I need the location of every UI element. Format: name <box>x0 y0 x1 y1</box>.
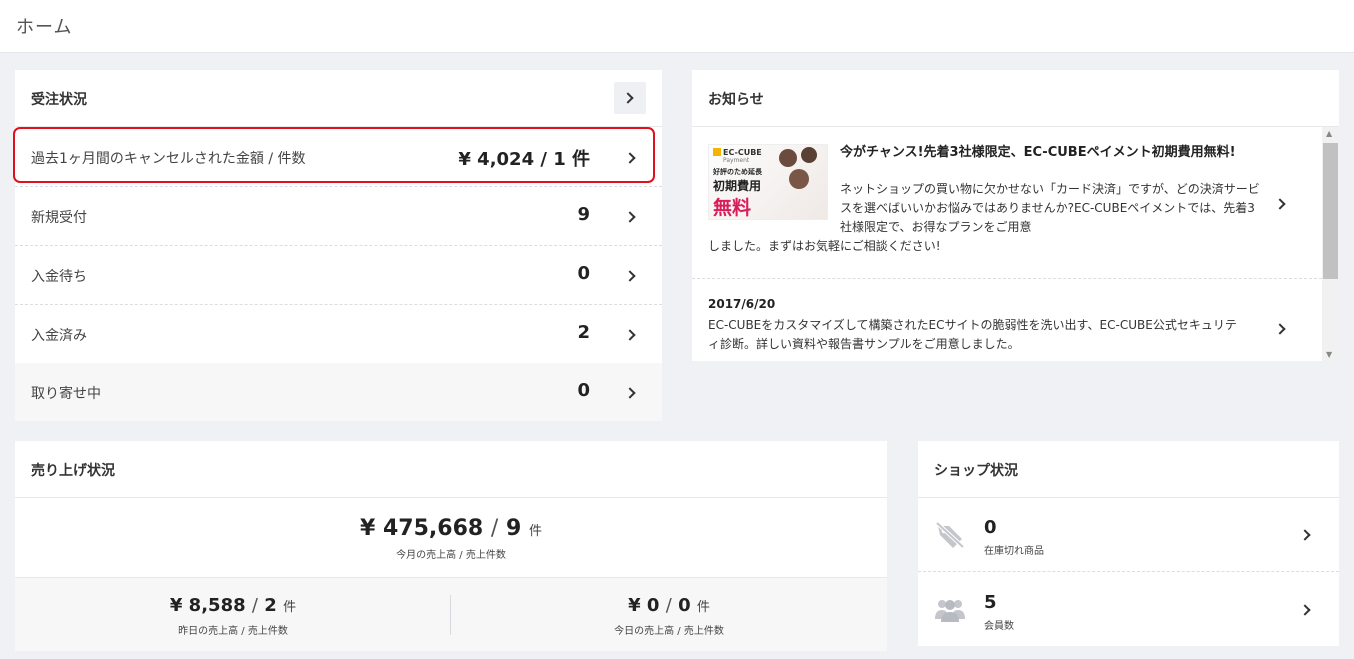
shop-row-value: 5 <box>984 592 997 613</box>
top-bar: ホーム <box>0 0 1354 53</box>
news-header: お知らせ <box>692 70 1339 127</box>
sales-header: 売り上げ状況 <box>15 441 887 498</box>
sales-today-amount: ¥ 0 / 0 件 <box>628 595 710 616</box>
news-scrollbar[interactable]: ▲ ▼ <box>1322 127 1339 361</box>
sales-card: 売り上げ状況 ¥ 475,668 / 9 件 今月の売上高 / 売上件数 ¥ 8… <box>15 441 887 651</box>
eccube-logo: EC-CUBE <box>713 148 762 157</box>
shop-row-out-of-stock[interactable]: 0 在庫切れ商品 <box>918 498 1339 572</box>
chevron-right-icon <box>624 329 636 341</box>
shop-card: ショップ状況 0 在庫切れ商品 5 会員数 <box>918 441 1339 646</box>
order-row-value: 9 <box>577 204 590 225</box>
order-row-value: 0 <box>577 263 590 284</box>
order-row-backorder[interactable]: 取り寄せ中 0 <box>15 363 662 421</box>
chevron-right-icon <box>1274 198 1286 210</box>
chevron-right-icon <box>622 92 634 104</box>
news-item-body: ネットショップの買い物に欠かせない「カード決済」ですが、どの決済サービスを選べば… <box>840 182 1260 234</box>
order-row-awaiting-payment[interactable]: 入金待ち 0 <box>15 246 662 305</box>
shop-title: ショップ状況 <box>934 463 1018 479</box>
sales-yesterday-caption: 昨日の売上高 / 売上件数 <box>178 626 288 637</box>
chevron-right-icon <box>624 152 636 164</box>
chevron-right-icon <box>624 387 636 399</box>
page-title: ホーム <box>16 17 73 38</box>
shop-row-value: 0 <box>984 517 997 538</box>
sales-daily: ¥ 8,588 / 2 件 昨日の売上高 / 売上件数 ¥ 0 / 0 件 今日… <box>15 578 887 651</box>
orders-card: 受注状況 過去1ヶ月間のキャンセルされた金額 / 件数 ¥ 4,024 / 1 … <box>15 70 662 421</box>
news-item-title: 今がチャンス!先着3社様限定、EC-CUBEペイメント初期費用無料! <box>840 145 1236 160</box>
order-row-value: 0 <box>577 380 590 401</box>
chevron-right-icon <box>1299 529 1311 541</box>
news-title: お知らせ <box>708 92 764 108</box>
chevron-right-icon <box>1299 604 1311 616</box>
order-row-label: 入金済み <box>31 328 87 344</box>
sales-month-amount: ¥ 475,668 / 9 件 <box>360 516 542 541</box>
scrollbar-thumb[interactable] <box>1323 143 1338 279</box>
sales-title: 売り上げ状況 <box>31 463 115 479</box>
sales-yesterday: ¥ 8,588 / 2 件 昨日の売上高 / 売上件数 <box>15 578 451 651</box>
tag-slash-icon <box>935 521 965 549</box>
shop-header: ショップ状況 <box>918 441 1339 498</box>
sales-yesterday-amount: ¥ 8,588 / 2 件 <box>169 595 297 616</box>
order-row-paid[interactable]: 入金済み 2 <box>15 305 662 364</box>
order-row-label: 取り寄せ中 <box>31 386 101 402</box>
chevron-right-icon <box>624 211 636 223</box>
sales-month: ¥ 475,668 / 9 件 今月の売上高 / 売上件数 <box>15 498 887 578</box>
news-item-body: EC-CUBEをカスタマイズして構築されたECサイトの脆弱性を洗い出す、EC-C… <box>708 318 1237 351</box>
orders-header: 受注状況 <box>15 70 662 127</box>
chevron-right-icon <box>1274 323 1286 335</box>
order-row-value: 2 <box>577 322 590 343</box>
orders-more-button[interactable] <box>614 82 646 114</box>
order-row-label: 過去1ヶ月間のキャンセルされた金額 / 件数 <box>31 151 306 167</box>
order-row-label: 新規受付 <box>31 210 87 226</box>
order-row-cancelled[interactable]: 過去1ヶ月間のキャンセルされた金額 / 件数 ¥ 4,024 / 1 件 <box>15 128 662 187</box>
news-item[interactable]: 2017/6/20 EC-CUBEをカスタマイズして構築されたECサイトの脆弱性… <box>692 280 1322 361</box>
news-item-body-cont: しました。まずはお気軽にご相談ください! <box>708 239 941 253</box>
shop-row-caption: 会員数 <box>984 621 1014 632</box>
scroll-down-icon[interactable]: ▼ <box>1326 350 1332 359</box>
shop-row-caption: 在庫切れ商品 <box>984 546 1044 557</box>
sales-today-caption: 今日の売上高 / 売上件数 <box>614 626 724 637</box>
news-card: お知らせ EC-CUBE Payment 好評のため延長 初期費用 無料 今がチ… <box>692 70 1339 361</box>
users-icon <box>935 600 965 622</box>
chevron-right-icon <box>624 270 636 282</box>
scroll-up-icon[interactable]: ▲ <box>1326 129 1332 138</box>
news-thumbnail: EC-CUBE Payment 好評のため延長 初期費用 無料 <box>708 144 828 220</box>
news-list: EC-CUBE Payment 好評のため延長 初期費用 無料 今がチャンス!先… <box>692 127 1322 361</box>
orders-title: 受注状況 <box>31 92 87 108</box>
sales-month-caption: 今月の売上高 / 売上件数 <box>396 550 506 561</box>
order-row-label: 入金待ち <box>31 269 87 285</box>
shop-row-members[interactable]: 5 会員数 <box>918 573 1339 647</box>
sales-today: ¥ 0 / 0 件 今日の売上高 / 売上件数 <box>451 578 887 651</box>
news-item[interactable]: EC-CUBE Payment 好評のため延長 初期費用 無料 今がチャンス!先… <box>692 127 1322 279</box>
news-item-date: 2017/6/20 <box>708 297 776 311</box>
order-row-new[interactable]: 新規受付 9 <box>15 187 662 246</box>
order-row-value: ¥ 4,024 / 1 件 <box>458 149 590 170</box>
